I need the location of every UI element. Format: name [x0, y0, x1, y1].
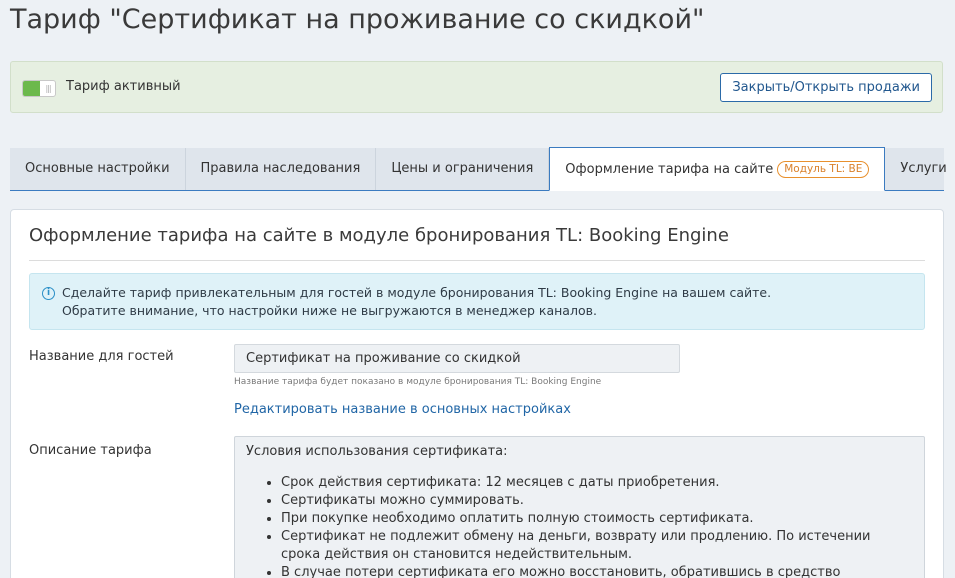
- active-toggle[interactable]: |||: [22, 80, 56, 97]
- toggle-grip-icon: |||: [45, 84, 51, 93]
- edit-name-link[interactable]: Редактировать название в основных настро…: [234, 402, 571, 417]
- guest-name-label: Название для гостей: [29, 349, 174, 364]
- tab-inheritance-rules[interactable]: Правила наследования: [186, 148, 377, 190]
- description-label: Описание тарифа: [29, 443, 152, 458]
- list-item: В случае потери сертификата его можно во…: [281, 564, 913, 578]
- description-editor[interactable]: Условия использования сертификата: Срок …: [234, 436, 925, 578]
- info-alert: i Сделайте тариф привлекательным для гос…: [29, 273, 925, 330]
- tab-label: Цены и ограничения: [391, 161, 534, 176]
- list-item: Сертификаты можно суммировать.: [281, 492, 913, 510]
- description-list: Срок действия сертификата: 12 месяцев с …: [246, 474, 913, 578]
- tab-basic-settings[interactable]: Основные настройки: [10, 148, 186, 190]
- description-heading: Условия использования сертификата:: [246, 444, 508, 459]
- module-badge: Модуль TL: BE: [777, 161, 870, 178]
- info-line: Обратите внимание, что настройки ниже не…: [62, 303, 597, 318]
- tariff-tabs: Основные настройки Правила наследования …: [10, 147, 947, 191]
- tariff-status-bar: ||| Тариф активный Закрыть/Открыть прода…: [10, 61, 943, 113]
- active-status-label: Тариф активный: [66, 79, 181, 94]
- tab-label: Правила наследования: [200, 161, 361, 176]
- tab-prices-restrictions[interactable]: Цены и ограничения: [376, 148, 550, 190]
- info-icon: i: [42, 287, 55, 300]
- list-item: Срок действия сертификата: 12 месяцев с …: [281, 474, 913, 492]
- tab-site-appearance[interactable]: Оформление тарифа на сайте Модуль TL: BE: [549, 147, 886, 191]
- page-title: Тариф "Сертификат на проживание со скидк…: [10, 4, 705, 35]
- toggle-sales-button[interactable]: Закрыть/Открыть продажи: [720, 73, 932, 102]
- divider: [29, 260, 925, 261]
- tab-services[interactable]: Услуги: [885, 148, 955, 190]
- list-item: При покупке необходимо оплатить полную с…: [281, 510, 913, 528]
- site-appearance-panel: Оформление тарифа на сайте в модуле брон…: [10, 209, 944, 578]
- guest-name-input[interactable]: [234, 344, 680, 373]
- list-item: Сертификат не подлежит обмену на деньги,…: [281, 528, 913, 564]
- tab-label: Основные настройки: [25, 161, 170, 176]
- tab-label: Услуги: [900, 161, 947, 176]
- guest-name-hint: Название тарифа будет показано в модуле …: [234, 377, 602, 387]
- info-text: Сделайте тариф привлекательным для госте…: [62, 284, 771, 320]
- toggle-fill: [23, 81, 40, 96]
- tab-label: Оформление тарифа на сайте: [565, 162, 774, 177]
- panel-title: Оформление тарифа на сайте в модуле брон…: [29, 225, 729, 246]
- info-line: Сделайте тариф привлекательным для госте…: [62, 285, 772, 300]
